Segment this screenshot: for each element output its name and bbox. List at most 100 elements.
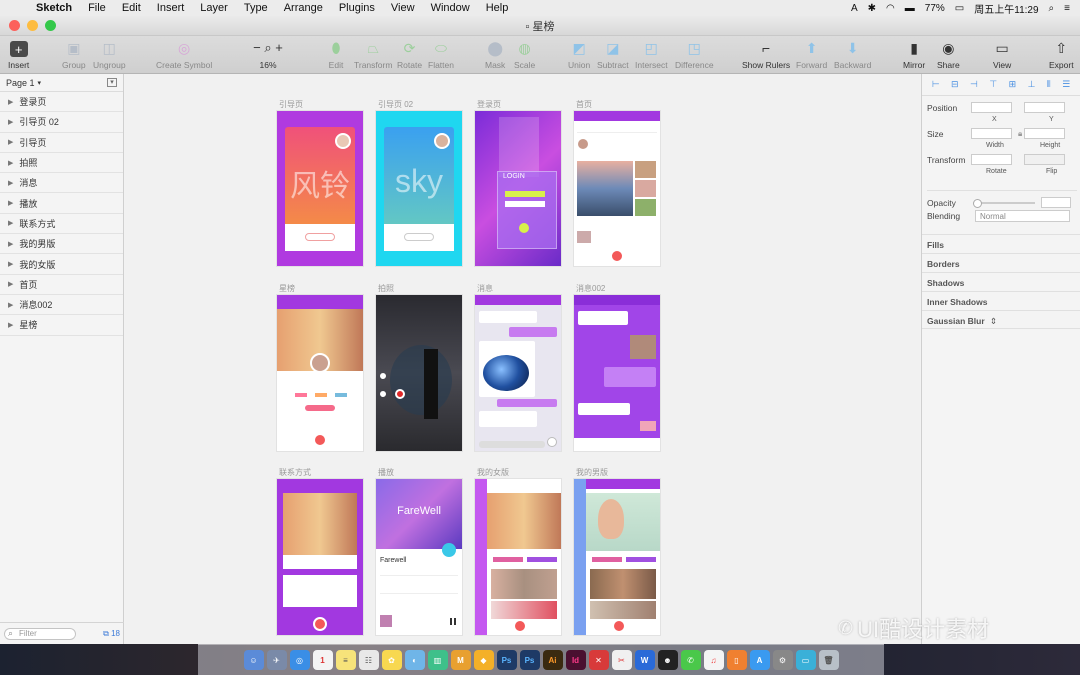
camera-button[interactable] bbox=[513, 619, 527, 633]
align-bottom-icon[interactable]: ⊥ bbox=[1028, 79, 1036, 90]
artboard-messages[interactable] bbox=[475, 295, 561, 451]
layer-item[interactable]: ▶ 联系方式 bbox=[0, 214, 123, 235]
show-rulers-button[interactable]: ⌐ Show Rulers bbox=[742, 39, 790, 70]
follow-button[interactable] bbox=[305, 405, 335, 411]
scissors-icon[interactable]: ✂ bbox=[611, 650, 632, 670]
artboard-label[interactable]: 拍照 bbox=[378, 283, 394, 294]
tab-button[interactable] bbox=[527, 557, 557, 562]
export-button[interactable]: ⇧ Export bbox=[1049, 39, 1074, 71]
layer-item[interactable]: ▶ 我的男版 bbox=[0, 234, 123, 255]
indesign-icon[interactable]: Id bbox=[565, 650, 586, 670]
filter-input[interactable]: Filter bbox=[4, 627, 76, 640]
align-right-icon[interactable]: ⊣ bbox=[970, 79, 978, 90]
shutter-button[interactable] bbox=[395, 389, 405, 399]
disclosure-triangle-icon[interactable]: ▶ bbox=[8, 159, 13, 167]
calendar-icon[interactable]: 1 bbox=[312, 650, 333, 670]
disclosure-triangle-icon[interactable]: ▶ bbox=[8, 199, 13, 207]
password-field[interactable] bbox=[505, 201, 545, 207]
artboard-messages-002[interactable] bbox=[574, 295, 660, 451]
align-center-icon[interactable]: ⊟ bbox=[951, 79, 959, 90]
bluetooth-icon[interactable]: ✱ bbox=[868, 3, 876, 14]
artboard-guide-02[interactable]: sky bbox=[376, 111, 462, 266]
preview-icon[interactable]: ◐ bbox=[404, 650, 425, 670]
disclosure-triangle-icon[interactable]: ▶ bbox=[8, 280, 13, 288]
artboard-label[interactable]: 消息002 bbox=[576, 283, 605, 294]
position-y-field[interactable] bbox=[1024, 102, 1065, 113]
photoshop-2-icon[interactable]: Ps bbox=[519, 650, 540, 670]
itunes-icon[interactable]: ♫ bbox=[703, 650, 724, 670]
artboard-home[interactable] bbox=[574, 111, 660, 266]
rotate-field[interactable] bbox=[971, 154, 1013, 165]
mirror-button[interactable]: ▮ Mirror bbox=[903, 39, 925, 71]
disclosure-triangle-icon[interactable]: ▶ bbox=[8, 118, 13, 126]
notes-icon[interactable]: ≡ bbox=[335, 650, 356, 670]
group-button[interactable]: ▣ Group bbox=[62, 39, 86, 71]
artboard-label[interactable]: 登录页 bbox=[477, 99, 501, 110]
layer-item[interactable]: ▶ 我的女版 bbox=[0, 254, 123, 275]
align-left-icon[interactable]: ⊢ bbox=[932, 79, 940, 90]
adobe-icon[interactable]: A bbox=[851, 3, 858, 14]
artboard-label[interactable]: 引导页 bbox=[279, 99, 303, 110]
list-icon[interactable]: ≡ bbox=[1064, 3, 1070, 14]
transform-button[interactable]: ⏢ Transform bbox=[354, 39, 392, 71]
menu-view[interactable]: View bbox=[383, 2, 423, 14]
artboard-guide[interactable]: 风铃 bbox=[277, 111, 363, 266]
artboard-label[interactable]: 播放 bbox=[378, 467, 394, 478]
xmind-icon[interactable]: ✕ bbox=[588, 650, 609, 670]
layer-item[interactable]: ▶ 引导页 02 bbox=[0, 112, 123, 133]
flip-controls[interactable] bbox=[1024, 154, 1065, 165]
menu-edit[interactable]: Edit bbox=[114, 2, 149, 14]
page-selector[interactable]: Page 1 ▾ ▾ bbox=[0, 74, 123, 92]
launchpad-icon[interactable]: ✈ bbox=[266, 650, 287, 670]
artboard-contact[interactable] bbox=[277, 479, 363, 635]
borders-section[interactable]: Borders bbox=[922, 253, 1080, 272]
align-middle-icon[interactable]: ⊞ bbox=[1009, 79, 1017, 90]
menu-layer[interactable]: Layer bbox=[192, 2, 236, 14]
finder-icon[interactable]: ☺ bbox=[243, 650, 264, 670]
wechat-icon[interactable]: ✆ bbox=[680, 650, 701, 670]
zoom-control[interactable]: − ⌕ + 16% bbox=[243, 39, 293, 70]
shutter-option-icon[interactable] bbox=[380, 373, 386, 379]
inner-shadows-section[interactable]: Inner Shadows bbox=[922, 291, 1080, 310]
tab-button[interactable] bbox=[626, 557, 656, 562]
message-input[interactable] bbox=[479, 441, 545, 448]
intersect-button[interactable]: ◰ Intersect bbox=[635, 39, 668, 71]
artboard-label[interactable]: 消息 bbox=[477, 283, 493, 294]
safari-icon[interactable]: ◎ bbox=[289, 650, 310, 670]
disclosure-triangle-icon[interactable]: ▶ bbox=[8, 138, 13, 146]
qq-icon[interactable]: ☻ bbox=[657, 650, 678, 670]
canvas[interactable]: 引导页 引导页 02 登录页 首页 风铃 sky LOGIN 星榜 拍照 消息 … bbox=[125, 74, 920, 644]
menu-plugins[interactable]: Plugins bbox=[331, 2, 383, 14]
disclosure-triangle-icon[interactable]: ▶ bbox=[8, 301, 13, 309]
camera-button[interactable] bbox=[313, 433, 327, 447]
edit-button[interactable]: ⬮ Edit bbox=[327, 39, 345, 71]
distribute-horizontal-icon[interactable]: ⫴ bbox=[1047, 79, 1051, 90]
layer-item[interactable]: ▶ 消息 bbox=[0, 173, 123, 194]
disclosure-triangle-icon[interactable]: ▶ bbox=[8, 179, 13, 187]
rotate-button[interactable]: ⟳ Rotate bbox=[397, 39, 422, 71]
position-x-field[interactable] bbox=[971, 102, 1013, 113]
search-icon[interactable]: ⌕ bbox=[1049, 3, 1055, 14]
word-icon[interactable]: W bbox=[634, 650, 655, 670]
menu-insert[interactable]: Insert bbox=[149, 2, 193, 14]
create-symbol-button[interactable]: ◎ Create Symbol bbox=[156, 39, 212, 71]
height-field[interactable] bbox=[1024, 128, 1065, 139]
trash-icon[interactable]: 🗑︎ bbox=[818, 650, 839, 670]
forward-button[interactable]: ⬆ Forward bbox=[796, 39, 827, 71]
blending-select[interactable]: Normal bbox=[975, 210, 1070, 222]
layer-item[interactable]: ▶ 星榜 bbox=[0, 315, 123, 336]
artboard-label[interactable]: 我的男版 bbox=[576, 467, 608, 478]
lock-icon[interactable]: 🔒︎ bbox=[1018, 129, 1022, 139]
view-button[interactable]: ▭ View bbox=[993, 39, 1011, 71]
flatten-button[interactable]: ⬭ Flatten bbox=[428, 39, 454, 71]
layer-item[interactable]: ▶ 首页 bbox=[0, 275, 123, 295]
artboard-star-list[interactable] bbox=[277, 295, 363, 451]
tab-button[interactable] bbox=[592, 557, 622, 562]
disclosure-triangle-icon[interactable]: ▶ bbox=[8, 219, 13, 227]
clock[interactable]: 周五上午11:29 bbox=[974, 1, 1038, 16]
opacity-slider[interactable] bbox=[973, 198, 1035, 208]
menu-help[interactable]: Help bbox=[478, 2, 517, 14]
downloads-folder-icon[interactable]: ▭ bbox=[795, 650, 816, 670]
artboard-label[interactable]: 引导页 02 bbox=[378, 99, 413, 110]
reminders-icon[interactable]: ☷ bbox=[358, 650, 379, 670]
